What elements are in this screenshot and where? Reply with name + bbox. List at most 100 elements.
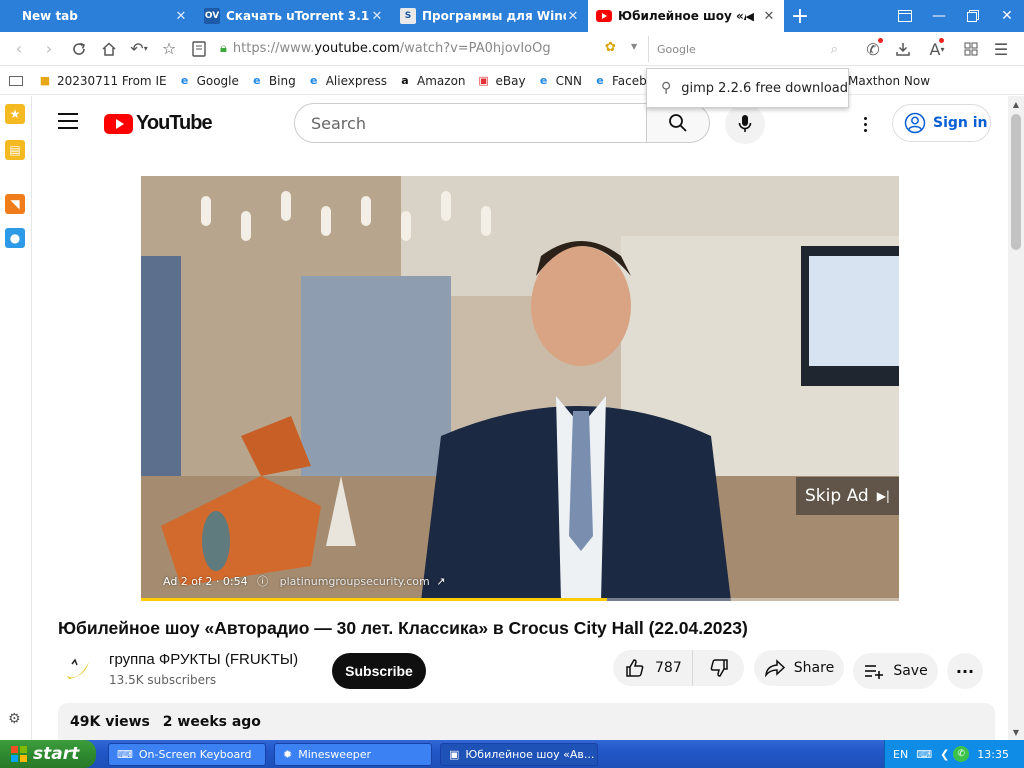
minimize-button[interactable]: — bbox=[922, 0, 956, 32]
description-box[interactable]: 49K views 2 weeks ago bbox=[58, 703, 995, 740]
system-tray: EN ⌨ ❮ ✆ 13:35 bbox=[884, 740, 1024, 768]
close-window-button[interactable]: ✕ bbox=[990, 0, 1024, 32]
apps-grid-icon[interactable] bbox=[956, 34, 986, 64]
windows-taskbar: start ⌨ On-Screen Keyboard ✹ Minesweeper… bbox=[0, 740, 1024, 768]
taskbar-item-minesweeper[interactable]: ✹ Minesweeper bbox=[274, 742, 432, 766]
settings-gear-icon[interactable]: ⚙ bbox=[8, 711, 21, 727]
tab-new-tab[interactable]: New tab ✕ bbox=[0, 0, 196, 32]
restore-button[interactable] bbox=[956, 0, 990, 32]
share-label: Share bbox=[793, 660, 835, 676]
scroll-down-arrow-icon[interactable]: ▼ bbox=[1008, 724, 1024, 740]
ie-icon: e bbox=[180, 74, 189, 87]
bookmarks-toggle-icon[interactable] bbox=[9, 75, 23, 86]
ad-progress-bar[interactable] bbox=[141, 598, 899, 601]
search-icon[interactable]: ⌕ bbox=[831, 42, 838, 57]
favorites-star-icon[interactable]: ★ bbox=[5, 104, 25, 124]
tray-arrow-icon[interactable]: ❮ bbox=[940, 748, 949, 761]
bookmark-google[interactable]: e Google bbox=[177, 73, 239, 89]
tab-label: Скачать uTorrent 3.1.2 Bui bbox=[226, 9, 370, 23]
tab-close-icon[interactable]: ✕ bbox=[174, 9, 188, 24]
tab-utorrent[interactable]: OV Скачать uTorrent 3.1.2 Bui ✕ bbox=[196, 0, 392, 32]
bookmark-bing[interactable]: e Bing bbox=[249, 73, 296, 89]
undo-close-button[interactable]: ↶ ▾ bbox=[124, 34, 154, 64]
extension-bee-icon[interactable]: ✿ bbox=[605, 40, 616, 55]
new-tab-button[interactable]: + bbox=[784, 0, 816, 32]
skip-ad-button[interactable]: Skip Ad ▶| bbox=[796, 477, 899, 515]
youtube-search-input[interactable]: Search bbox=[294, 103, 647, 143]
channel-name[interactable]: группа ФРУКТЫ (FRUKTЫ) bbox=[109, 651, 298, 668]
search-engine-dropdown-icon[interactable]: ▼ bbox=[631, 42, 637, 51]
favorite-star-icon[interactable]: ☆ bbox=[154, 34, 184, 64]
notification-icon[interactable]: ✆ bbox=[858, 34, 888, 64]
youtube-icon bbox=[596, 8, 612, 24]
scroll-up-arrow-icon[interactable]: ▲ bbox=[1008, 96, 1024, 112]
reload-button[interactable] bbox=[64, 34, 94, 64]
home-button[interactable] bbox=[94, 34, 124, 64]
external-link-icon: ↗ bbox=[436, 575, 446, 588]
subscribe-button[interactable]: Subscribe bbox=[332, 653, 426, 689]
search-suggestion-item[interactable]: gimp 2.2.6 free download bbox=[681, 81, 848, 96]
bookmark-cnn[interactable]: e CNN bbox=[536, 73, 582, 89]
share-button[interactable]: Share bbox=[754, 650, 844, 686]
menu-icon[interactable]: ☰ bbox=[986, 34, 1016, 64]
scrollbar-thumb[interactable] bbox=[1011, 114, 1021, 250]
translate-icon[interactable]: A ▾ bbox=[918, 34, 956, 64]
bookmark-maxthon-now[interactable]: Maxthon Now bbox=[848, 74, 930, 88]
info-icon[interactable]: ⓘ bbox=[257, 575, 268, 588]
ad-url-link[interactable]: platinumgroupsecurity.com bbox=[280, 575, 430, 588]
tab-youtube-active[interactable]: Юбилейное шоу «Ав ◀ ✕ bbox=[588, 0, 784, 32]
notes-icon[interactable]: ▤ bbox=[5, 140, 25, 160]
speaker-icon[interactable]: ◀ bbox=[746, 10, 754, 23]
thumbs-down-icon bbox=[710, 659, 728, 677]
settings-kebab-icon[interactable] bbox=[855, 112, 875, 136]
ie-icon: e bbox=[253, 74, 261, 87]
video-player[interactable]: Skip Ad ▶| Ad 2 of 2 · 0:54 ⓘ platinumgr… bbox=[141, 176, 899, 601]
keyboard-tray-icon[interactable]: ⌨ bbox=[916, 748, 932, 761]
dislike-button[interactable] bbox=[693, 650, 744, 686]
share-arrow-icon bbox=[764, 659, 785, 677]
bookmark-label: Maxthon Now bbox=[848, 73, 931, 88]
bookmark-ebay[interactable]: ▣ eBay bbox=[476, 73, 525, 89]
reader-icon[interactable] bbox=[184, 34, 214, 64]
taskbar-item-keyboard[interactable]: ⌨ On-Screen Keyboard bbox=[108, 742, 266, 766]
url-prefix: https://www. bbox=[232, 41, 315, 56]
tab-close-icon[interactable]: ✕ bbox=[370, 9, 384, 24]
language-indicator[interactable]: EN bbox=[893, 748, 908, 761]
bookmark-folder[interactable]: ■ 20230711 From IE bbox=[37, 73, 167, 89]
save-button[interactable]: Save bbox=[853, 653, 938, 689]
start-button[interactable]: start bbox=[0, 740, 96, 768]
thumbs-up-icon bbox=[626, 659, 644, 677]
tab-close-icon[interactable]: ✕ bbox=[762, 9, 776, 24]
ov-icon: OV bbox=[204, 8, 220, 24]
bookmark-aliexpress[interactable]: e Aliexpress bbox=[306, 73, 387, 89]
forward-button[interactable]: › bbox=[34, 34, 64, 64]
ad-info: Ad 2 of 2 · 0:54 ⓘ platinumgroupsecurity… bbox=[163, 573, 445, 589]
sidebar-toggle-icon[interactable] bbox=[888, 0, 922, 32]
youtube-logo[interactable]: YouTube bbox=[104, 112, 213, 135]
tab-close-icon[interactable]: ✕ bbox=[566, 9, 580, 24]
bookmark-amazon[interactable]: a Amazon bbox=[397, 73, 466, 89]
like-button[interactable]: 787 bbox=[613, 650, 693, 686]
bookmark-label: Amazon bbox=[417, 73, 466, 88]
download-icon[interactable] bbox=[888, 34, 918, 64]
vertical-scrollbar[interactable]: ▲ ▼ bbox=[1008, 96, 1024, 740]
whatsapp-icon[interactable]: ✆ bbox=[953, 746, 970, 762]
account-circle-icon bbox=[904, 112, 926, 134]
sign-in-button[interactable]: Sign in bbox=[892, 104, 991, 142]
address-bar[interactable]: 🔒︎ https://www. youtube.com/watch?v=PA0hj… bbox=[220, 36, 570, 62]
youtube-search-button[interactable] bbox=[646, 103, 710, 143]
chat-bubble-icon[interactable]: ● bbox=[5, 228, 25, 248]
hamburger-menu-icon[interactable] bbox=[58, 113, 78, 129]
back-button[interactable]: ‹ bbox=[4, 34, 34, 64]
search-suggestion-dropdown: ⚲ gimp 2.2.6 free download bbox=[646, 68, 849, 108]
search-box[interactable]: Google ⌕ bbox=[648, 36, 844, 62]
channel-avatar[interactable] bbox=[58, 649, 98, 689]
bookmark-label: Aliexpress bbox=[325, 73, 388, 88]
rss-icon[interactable]: ◥ bbox=[5, 194, 25, 214]
taskbar-item-browser[interactable]: ▣ Юбилейное шоу «Ав... bbox=[440, 742, 598, 766]
tab-programs[interactable]: S Программы для Windows ✕ bbox=[392, 0, 588, 32]
ie-icon: e bbox=[309, 74, 318, 87]
bookmark-facebook[interactable]: e Facebo bbox=[592, 73, 654, 89]
more-actions-icon[interactable]: ··· bbox=[947, 653, 983, 689]
voice-search-button[interactable] bbox=[725, 104, 765, 144]
